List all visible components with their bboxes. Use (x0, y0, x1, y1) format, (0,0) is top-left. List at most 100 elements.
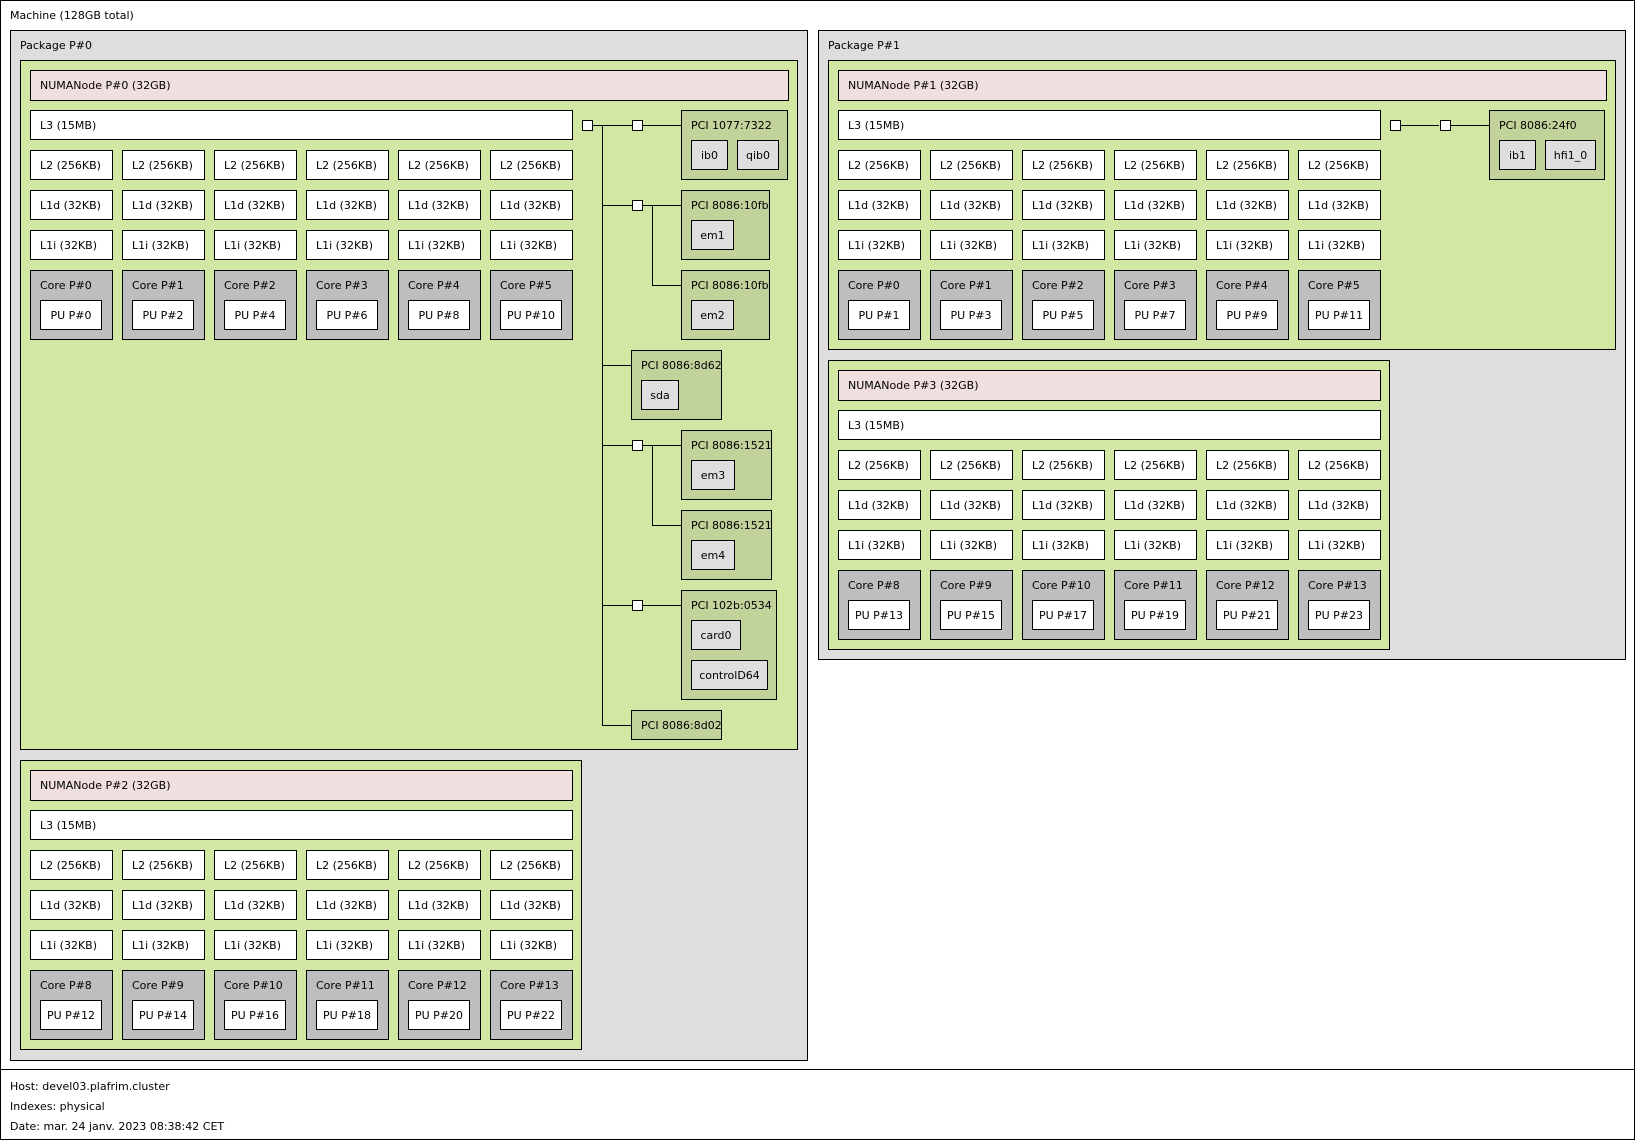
numa-p3-l3: L3 (15MB) (838, 410, 1381, 440)
numa-p0-l1i-5: L1i (32KB) (490, 230, 573, 260)
numa-p3-l1i-2: L1i (32KB) (1022, 530, 1105, 560)
numa-p3-pu-2: PU P#17 (1032, 600, 1094, 630)
link-b-dev2 (652, 285, 681, 286)
numa-p3-l1d-5: L1d (32KB) (1298, 490, 1381, 520)
numa-p2-l1d-5: L1d (32KB) (490, 890, 573, 920)
link-d-dev6 (643, 605, 681, 606)
numa-p2-l2-1: L2 (256KB) (122, 850, 205, 880)
numa-p2-l1i-1-label: L1i (32KB) (132, 939, 190, 952)
numa-p3-l1d-0: L1d (32KB) (838, 490, 921, 520)
numa-p0-l1d-0: L1d (32KB) (30, 190, 113, 220)
numa-p2-l3: L3 (15MB) (30, 810, 573, 840)
numa-p3-pu-0: PU P#13 (848, 600, 910, 630)
numa-p2-pu-4: PU P#20 (408, 1000, 470, 1030)
numa-p2-l3-label: L3 (15MB) (40, 819, 97, 832)
numa-p2-core-2-label: Core P#10 (224, 979, 283, 992)
numa-p3-l2-1-label: L2 (256KB) (940, 459, 1001, 472)
numa-p2-core-5-label: Core P#13 (500, 979, 559, 992)
numa-p3-l1i-2-label: L1i (32KB) (1032, 539, 1090, 552)
numa-p1-core-2-label: Core P#2 (1032, 279, 1084, 292)
numa-p3-l1d-1: L1d (32KB) (930, 490, 1013, 520)
package-0-title: Package P#0 (20, 39, 92, 52)
osdev-em2: em2 (691, 300, 734, 330)
numa-p3-l1d-0-label: L1d (32KB) (848, 499, 909, 512)
osdev-em3: em3 (691, 460, 735, 490)
numa-p0-l2-4-label: L2 (256KB) (408, 159, 469, 172)
numa-p1-core-4-label: Core P#4 (1216, 279, 1268, 292)
numa-p0-l1d-0-label: L1d (32KB) (40, 199, 101, 212)
numa-p0-l2-3-label: L2 (256KB) (316, 159, 377, 172)
numa-p3-l1i-3: L1i (32KB) (1114, 530, 1197, 560)
numa-p3-l1d-4-label: L1d (32KB) (1216, 499, 1277, 512)
link-trunk-8d62 (602, 365, 631, 366)
numa-p0-l1d-5: L1d (32KB) (490, 190, 573, 220)
numa-p3-l1i-1: L1i (32KB) (930, 530, 1013, 560)
numa-p0-l1d-2-label: L1d (32KB) (224, 199, 285, 212)
numa-p2-pu-2: PU P#16 (224, 1000, 286, 1030)
link-a-dev0 (643, 125, 681, 126)
footer-divider (0, 1069, 1635, 1070)
numa-p0-l2-4: L2 (256KB) (398, 150, 481, 180)
numa-p3-pu-1: PU P#15 (940, 600, 1002, 630)
numa-p1-l1i-0: L1i (32KB) (838, 230, 921, 260)
numa-p2-l1d-2-label: L1d (32KB) (224, 899, 285, 912)
numa-p2-l1i-4-label: L1i (32KB) (408, 939, 466, 952)
numa-p1-l2-5-label: L2 (256KB) (1308, 159, 1369, 172)
numa-p1-core-5-label: Core P#5 (1308, 279, 1360, 292)
numa-p3-l1i-0-label: L1i (32KB) (848, 539, 906, 552)
numa-p1-l1d-3-label: L1d (32KB) (1124, 199, 1185, 212)
numa-p2-header-label: NUMANode P#2 (32GB) (40, 779, 171, 792)
numa-p2-l1d-1: L1d (32KB) (122, 890, 205, 920)
numa-p0-l1i-2: L1i (32KB) (214, 230, 297, 260)
numa-p1-l2-3-label: L2 (256KB) (1124, 159, 1185, 172)
numa-p1-l1d-0: L1d (32KB) (838, 190, 921, 220)
numa-p0-l1d-2: L1d (32KB) (214, 190, 297, 220)
numa-p1-l1d-3: L1d (32KB) (1114, 190, 1197, 220)
numa-p2-pu-5: PU P#22 (500, 1000, 562, 1030)
numa-p1-l1i-3: L1i (32KB) (1114, 230, 1197, 260)
osdev-sda: sda (641, 380, 679, 410)
numa-p1-l1d-1: L1d (32KB) (930, 190, 1013, 220)
osdev-ib1: ib1 (1499, 140, 1536, 170)
numa-p3-l1d-2: L1d (32KB) (1022, 490, 1105, 520)
numa-p0-l1i-4-label: L1i (32KB) (408, 239, 466, 252)
numa-p0-l1i-4: L1i (32KB) (398, 230, 481, 260)
numa-p1-header-label: NUMANode P#1 (32GB) (848, 79, 979, 92)
numa-p3-header: NUMANode P#3 (32GB) (838, 370, 1381, 401)
numa-p1-l1d-1-label: L1d (32KB) (940, 199, 1001, 212)
numa-p2-core-3-label: Core P#11 (316, 979, 375, 992)
numa-p2-l2-2: L2 (256KB) (214, 850, 297, 880)
numa-p3-header-label: NUMANode P#3 (32GB) (848, 379, 979, 392)
numa-p1-l1d-0-label: L1d (32KB) (848, 199, 909, 212)
numa-p3-pu-3: PU P#19 (1124, 600, 1186, 630)
numa-p0-pu-3: PU P#6 (316, 300, 378, 330)
numa-p3-l2-3-label: L2 (256KB) (1124, 459, 1185, 472)
numa-p0-header: NUMANode P#0 (32GB) (30, 70, 789, 101)
numa-p1-pu-5: PU P#11 (1308, 300, 1370, 330)
numa-p1-l1i-0-label: L1i (32KB) (848, 239, 906, 252)
numa-p2-pu-1: PU P#14 (132, 1000, 194, 1030)
numa-p2-l2-0: L2 (256KB) (30, 850, 113, 880)
numa-p0-l1d-4: L1d (32KB) (398, 190, 481, 220)
numa-p2-l1d-0-label: L1d (32KB) (40, 899, 101, 912)
numa-p1-l3-label: L3 (15MB) (848, 119, 905, 132)
numa-p0-core-3-label: Core P#3 (316, 279, 368, 292)
osdev-em1: em1 (691, 220, 734, 250)
numa-p1-l1i-1: L1i (32KB) (930, 230, 1013, 260)
numa-p3-l2-1: L2 (256KB) (930, 450, 1013, 480)
numa-p1-header: NUMANode P#1 (32GB) (838, 70, 1607, 101)
package-1-title: Package P#1 (828, 39, 900, 52)
numa-p1-l1i-4-label: L1i (32KB) (1216, 239, 1274, 252)
numa-p1-l2-4: L2 (256KB) (1206, 150, 1289, 180)
pci-8086-1521-a-label: PCI 8086:1521 (691, 439, 772, 452)
numa-p1-l1d-4: L1d (32KB) (1206, 190, 1289, 220)
numa-p2-core-4-label: Core P#12 (408, 979, 467, 992)
numa-p2-l1i-3: L1i (32KB) (306, 930, 389, 960)
numa-p0-core-0-label: Core P#0 (40, 279, 92, 292)
numa-p2-l2-0-label: L2 (256KB) (40, 859, 101, 872)
numa-p2-core-0-label: Core P#8 (40, 979, 92, 992)
numa-p3-core-2-label: Core P#10 (1032, 579, 1091, 592)
numa-p1-l2-1-label: L2 (256KB) (940, 159, 1001, 172)
numa-p0-l1i-0: L1i (32KB) (30, 230, 113, 260)
pci-1077-7322-label: PCI 1077:7322 (691, 119, 772, 132)
